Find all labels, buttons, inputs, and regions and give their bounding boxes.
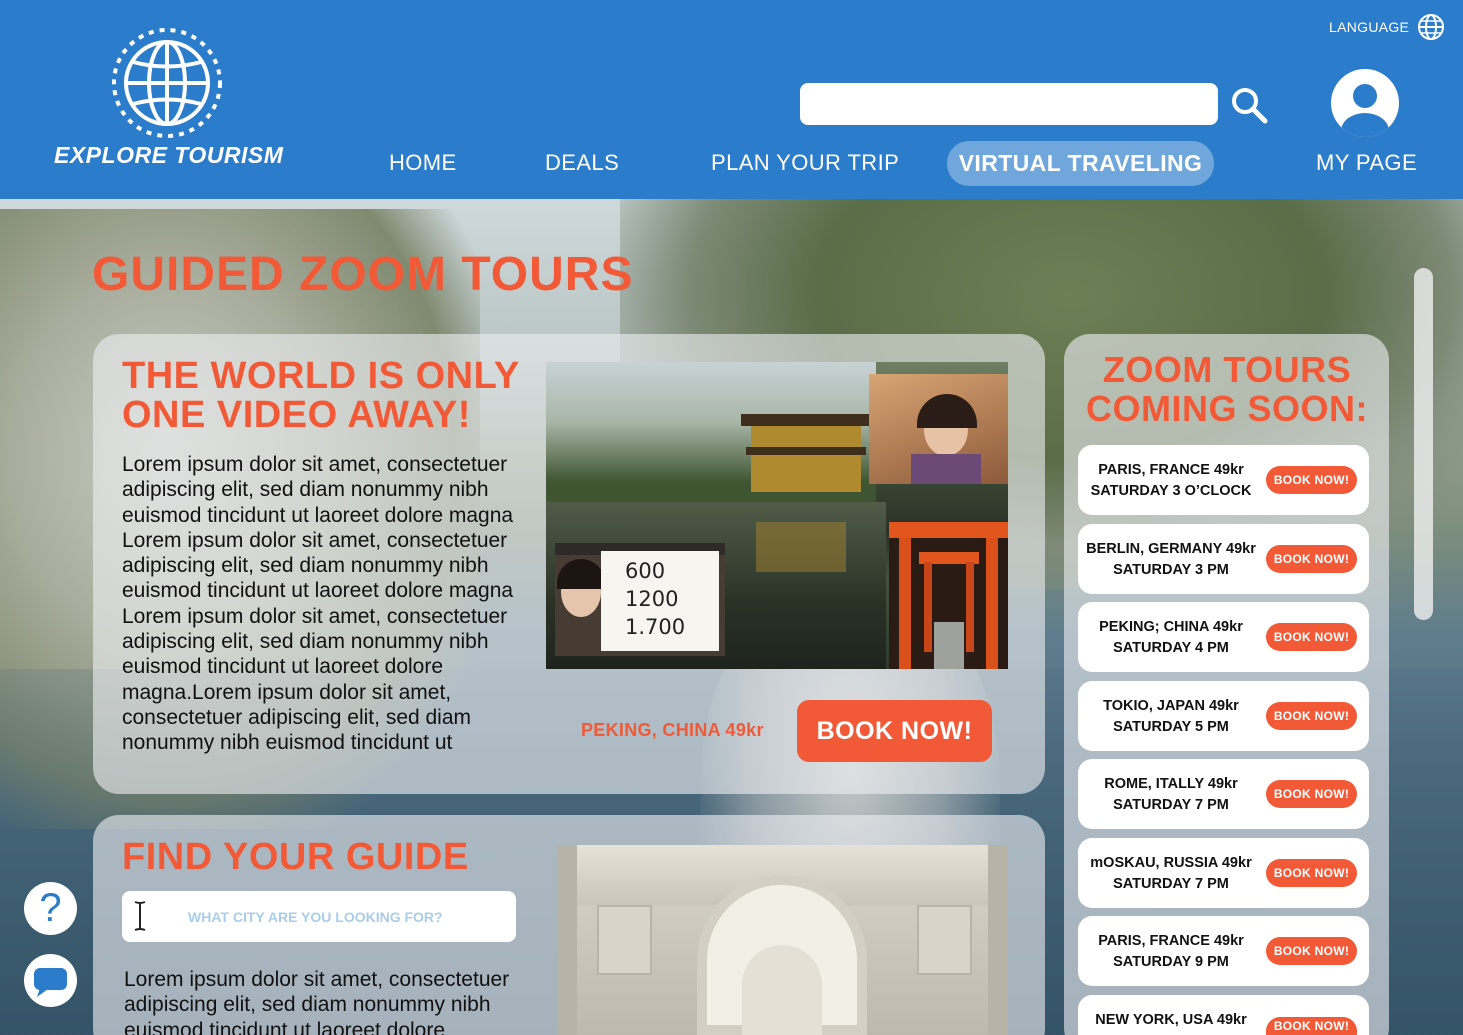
find-guide-heading: FIND YOUR GUIDE: [122, 836, 469, 878]
museum-gallery-image: [557, 845, 1008, 1035]
featured-heading: THE WORLD IS ONLY ONE VIDEO AWAY!: [122, 355, 520, 436]
tour-row: BERLIN, GERMANY 49kr SATURDAY 3 PM BOOK N…: [1078, 524, 1369, 594]
language-globe-icon[interactable]: [1417, 13, 1445, 41]
brand-name[interactable]: EXPLORE TOURISM: [54, 142, 294, 169]
zoom-tour-image: 600 1200 1.700: [546, 362, 1008, 669]
tour-book-button[interactable]: BOOK NOW!: [1266, 859, 1357, 887]
tour-book-button[interactable]: BOOK NOW!: [1266, 937, 1357, 965]
book-now-button[interactable]: BOOK NOW!: [797, 700, 992, 762]
chat-icon[interactable]: [24, 954, 77, 1007]
tour-book-button[interactable]: BOOK NOW!: [1266, 702, 1357, 730]
tour-book-button[interactable]: BOOK NOW!: [1266, 545, 1357, 573]
search-input[interactable]: [800, 83, 1218, 125]
featured-description: Lorem ipsum dolor sit amet, consectetuer…: [122, 453, 514, 755]
tour-book-button[interactable]: BOOK NOW!: [1266, 780, 1357, 808]
tour-book-button[interactable]: BOOK NOW!: [1266, 466, 1357, 494]
nav-plan-your-trip[interactable]: PLAN YOUR TRIP: [711, 150, 899, 176]
nav-deals[interactable]: DEALS: [545, 150, 619, 176]
nav-home[interactable]: HOME: [389, 150, 457, 176]
scrollbar-thumb[interactable]: [1414, 268, 1433, 620]
tour-book-button[interactable]: BOOK NOW!: [1266, 1017, 1357, 1035]
tour-row: ROME, ITALLY 49kr SATURDAY 7 PM BOOK NOW!: [1078, 759, 1369, 829]
language-label[interactable]: LANGUAGE: [1329, 19, 1409, 35]
tour-row: TOKIO, JAPAN 49kr SATURDAY 5 PM BOOK NOW!: [1078, 681, 1369, 751]
nav-my-page[interactable]: MY PAGE: [1316, 150, 1417, 176]
nav-virtual-traveling[interactable]: VIRTUAL TRAVELING: [947, 141, 1214, 186]
featured-tour-price: PEKING, CHINA 49kr: [581, 720, 764, 740]
site-header: EXPLORE TOURISM LANGUAGE HOME DEALS PLAN…: [0, 0, 1463, 199]
text-cursor-icon: [134, 901, 146, 931]
tour-book-button[interactable]: BOOK NOW!: [1266, 623, 1357, 651]
tour-row: PARIS, FRANCE 49kr SATURDAY 9 PM BOOK NOW…: [1078, 916, 1369, 986]
tour-row: NEW YORK, USA 49kr BOOK NOW!: [1078, 995, 1369, 1035]
city-search-input[interactable]: [122, 891, 516, 942]
upcoming-tours-title: ZOOM TOURS COMING SOON:: [1086, 349, 1368, 429]
user-avatar-icon[interactable]: [1331, 69, 1399, 137]
page-title: GUIDED ZOOM TOURS: [92, 248, 634, 301]
globe-logo-icon[interactable]: [111, 27, 223, 139]
tour-row: PEKING; CHINA 49kr SATURDAY 4 PM BOOK NOW…: [1078, 602, 1369, 672]
tour-row: mOSKAU, RUSSIA 49kr SATURDAY 7 PM BOOK NO…: [1078, 838, 1369, 908]
whiteboard: 600 1200 1.700: [601, 551, 719, 651]
find-guide-description: Lorem ipsum dolor sit amet, consectetuer…: [124, 968, 510, 1035]
tour-row: PARIS, FRANCE 49kr SATURDAY 3 O’CLOCK BOO…: [1078, 445, 1369, 515]
search-icon[interactable]: [1230, 86, 1268, 124]
help-icon[interactable]: ?: [24, 882, 77, 935]
